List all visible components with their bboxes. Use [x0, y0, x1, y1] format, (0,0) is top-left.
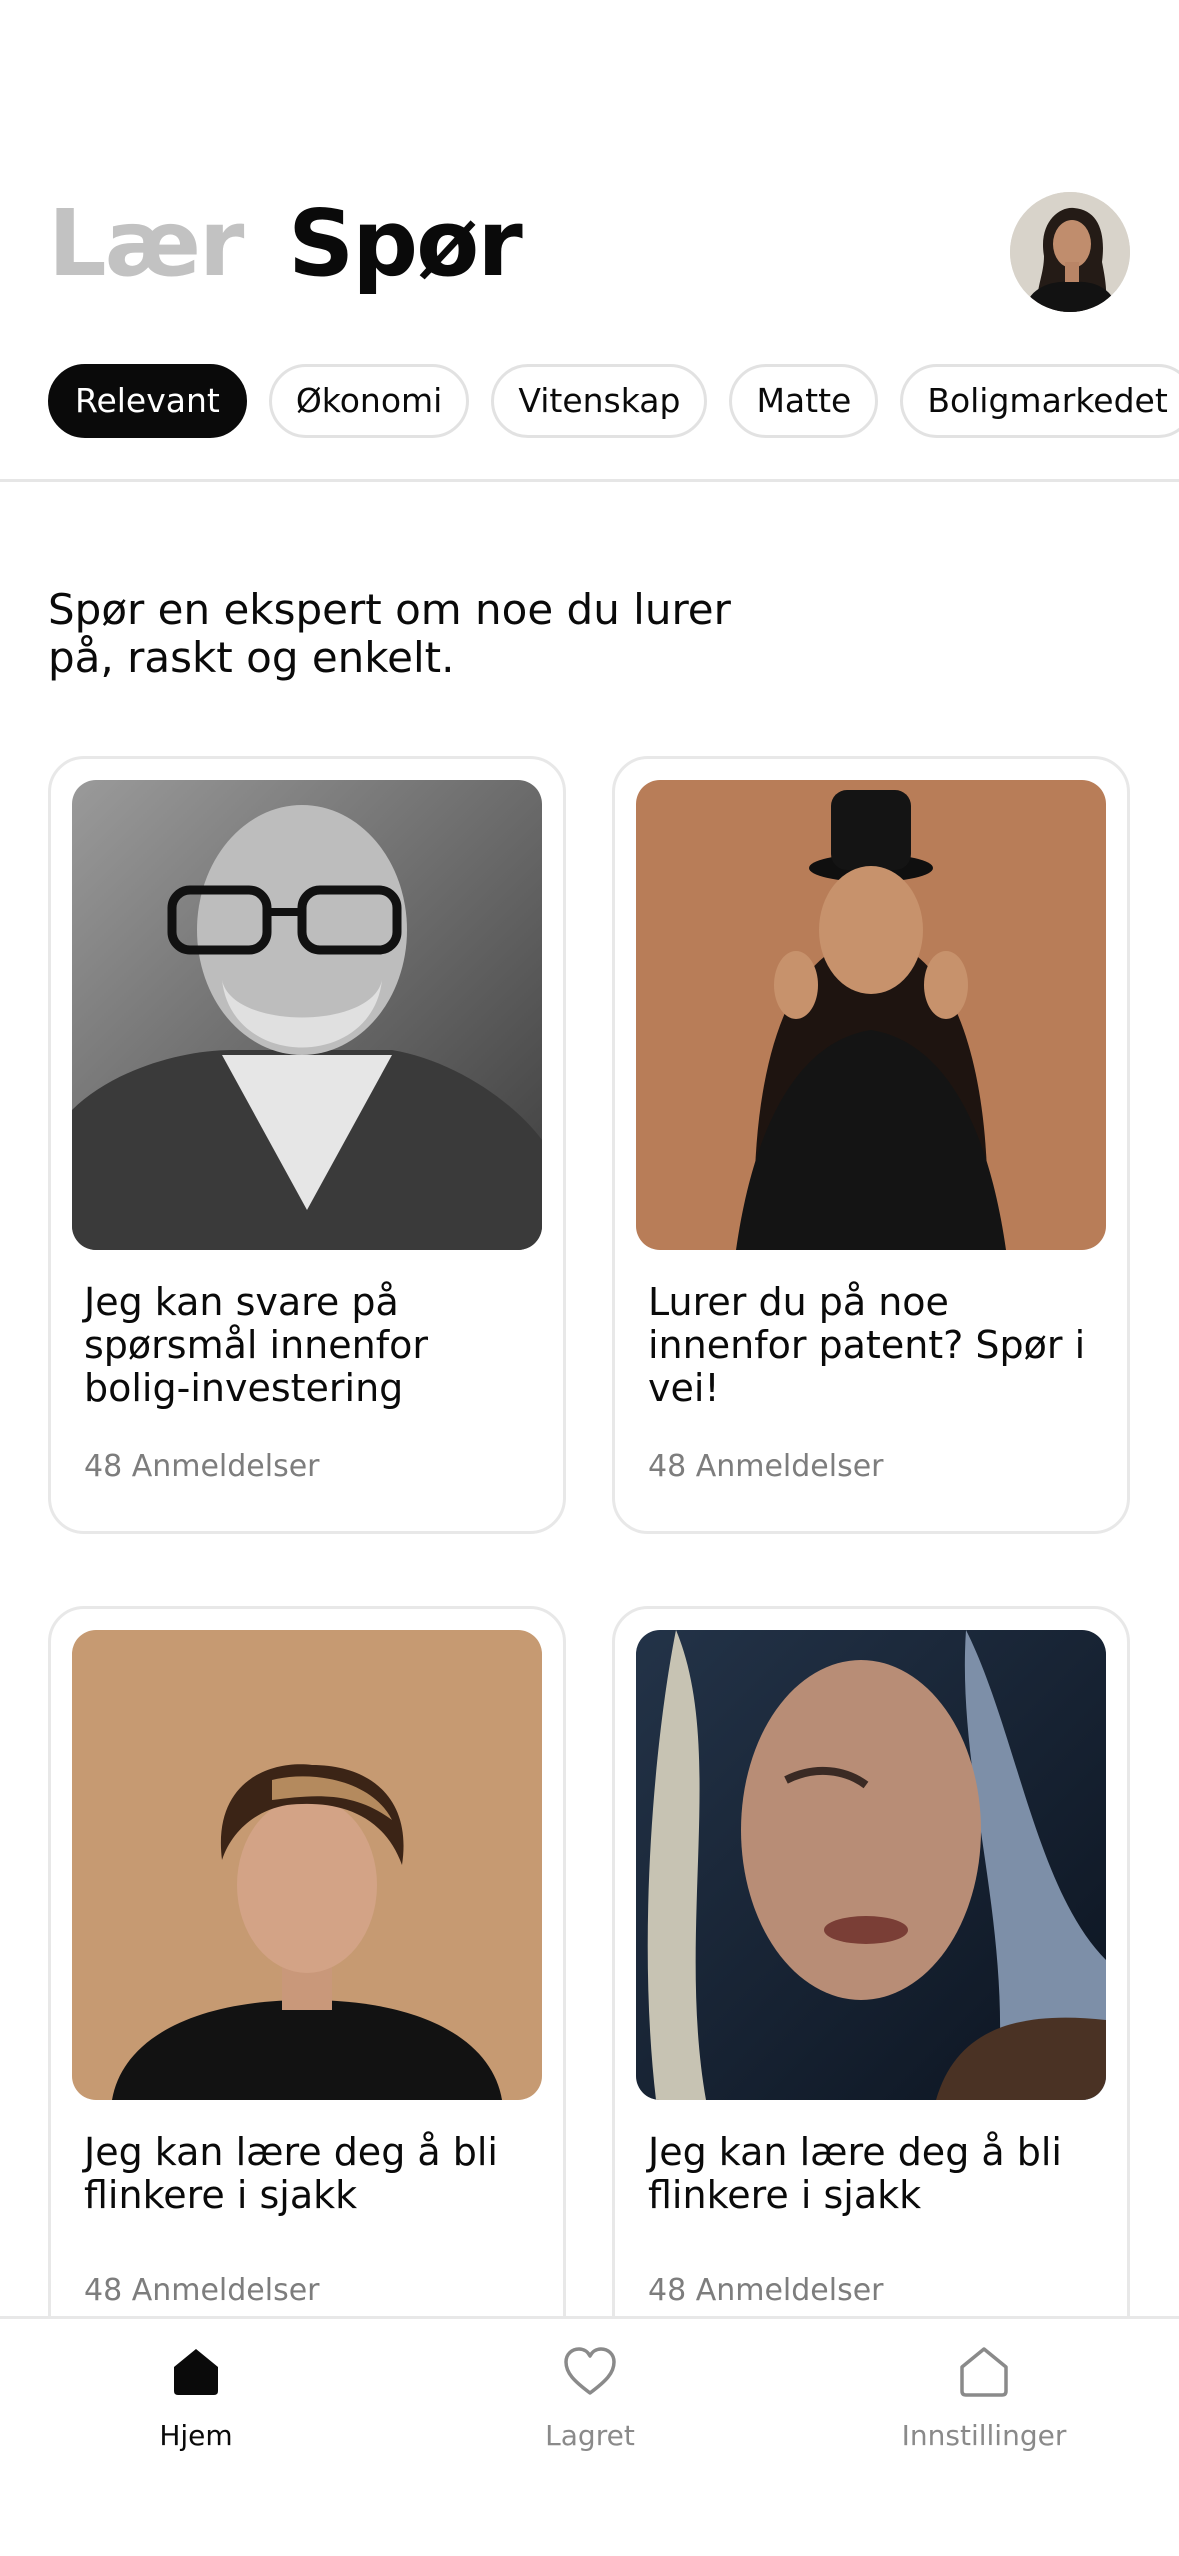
expert-card[interactable]: Lurer du på noe innenfor patent? Spør i … — [612, 756, 1130, 1534]
tab-spor[interactable]: Spør — [288, 198, 523, 290]
chip-okonomi[interactable]: Økonomi — [268, 364, 470, 438]
expert-title: Jeg kan lære deg å bli flinkere i sjakk — [648, 2130, 1062, 2217]
expert-card[interactable]: Jeg kan lære deg å bli flinkere i sjakk … — [612, 1606, 1130, 2436]
nav-saved[interactable]: Lagret — [470, 2341, 710, 2452]
settings-house-icon — [960, 2347, 1008, 2397]
tab-laer[interactable]: Lær — [48, 198, 244, 290]
chip-matte[interactable]: Matte — [729, 364, 879, 438]
nav-settings[interactable]: Innstillinger — [864, 2341, 1104, 2452]
nav-settings-label: Innstillinger — [901, 2419, 1067, 2452]
expert-card[interactable]: Jeg kan svare på spørsmål innenfor bolig… — [48, 756, 566, 1534]
expert-card[interactable]: Jeg kan lære deg å bli flinkere i sjakk … — [48, 1606, 566, 2436]
bottom-nav: Hjem Lagret Innstillinger — [0, 2316, 1179, 2556]
header-divider — [0, 479, 1179, 482]
review-count: 48 Anmeldelser — [648, 2273, 884, 2308]
review-count: 48 Anmeldelser — [84, 2273, 320, 2308]
category-chips: Relevant Økonomi Vitenskap Matte Boligma… — [48, 364, 1179, 438]
nav-home[interactable]: Hjem — [76, 2341, 316, 2452]
home-icon — [174, 2349, 218, 2395]
heart-icon — [564, 2347, 616, 2395]
expert-title: Jeg kan svare på spørsmål innenfor bolig… — [84, 1280, 428, 1410]
chip-boligmarkedet[interactable]: Boligmarkedet — [900, 364, 1179, 438]
nav-saved-label: Lagret — [545, 2419, 635, 2452]
expert-title: Lurer du på noe innenfor patent? Spør i … — [648, 1280, 1086, 1410]
expert-photo — [636, 780, 1106, 1250]
expert-photo — [72, 780, 542, 1250]
expert-title: Jeg kan lære deg å bli flinkere i sjakk — [84, 2130, 498, 2217]
avatar-photo — [1010, 192, 1130, 312]
chip-relevant[interactable]: Relevant — [48, 364, 247, 438]
expert-photo — [636, 1630, 1106, 2100]
chip-vitenskap[interactable]: Vitenskap — [491, 364, 708, 438]
review-count: 48 Anmeldelser — [648, 1449, 884, 1484]
expert-photo — [72, 1630, 542, 2100]
intro-text: Spør en ekspert om noe du lurer på, rask… — [48, 585, 731, 682]
nav-home-label: Hjem — [159, 2419, 233, 2452]
review-count: 48 Anmeldelser — [84, 1449, 320, 1484]
user-avatar[interactable] — [1010, 192, 1130, 312]
